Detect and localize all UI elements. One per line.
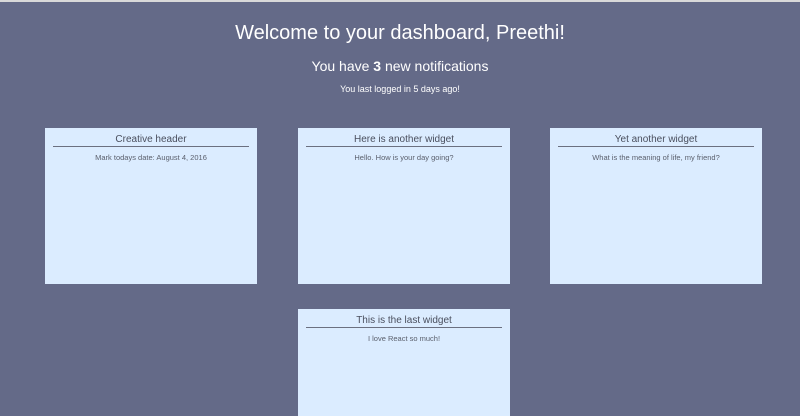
widget-last: This is the last widget I love React so … (298, 309, 510, 416)
welcome-title: Welcome to your dashboard, Preethi! (235, 22, 565, 44)
widget-body: What is the meaning of life, my friend? (592, 153, 720, 162)
widget-yet-another: Yet another widget What is the meaning o… (550, 128, 762, 284)
widget-title: Yet another widget (558, 134, 754, 147)
dashboard-page: Welcome to your dashboard, Preethi! You … (0, 0, 800, 416)
widget-body: Mark todays date: August 4, 2016 (95, 153, 207, 162)
last-login-message: You last logged in 5 days ago! (340, 84, 460, 94)
notifications-count: 3 (373, 58, 382, 74)
widget-another: Here is another widget Hello. How is you… (298, 128, 510, 284)
widget-title: Here is another widget (306, 134, 502, 147)
widget-body: I love React so much! (367, 334, 441, 343)
notifications-suffix: new notifications (381, 58, 489, 74)
widget-body: Hello. How is your day going? (354, 153, 454, 162)
notifications-message: You have 3 new notifications (0, 58, 800, 74)
widget-creative-header: Creative header Mark todays date: August… (45, 128, 257, 284)
widget-title: Creative header (53, 134, 249, 147)
widget-title: This is the last widget (306, 315, 502, 328)
notifications-prefix: You have (311, 58, 374, 74)
